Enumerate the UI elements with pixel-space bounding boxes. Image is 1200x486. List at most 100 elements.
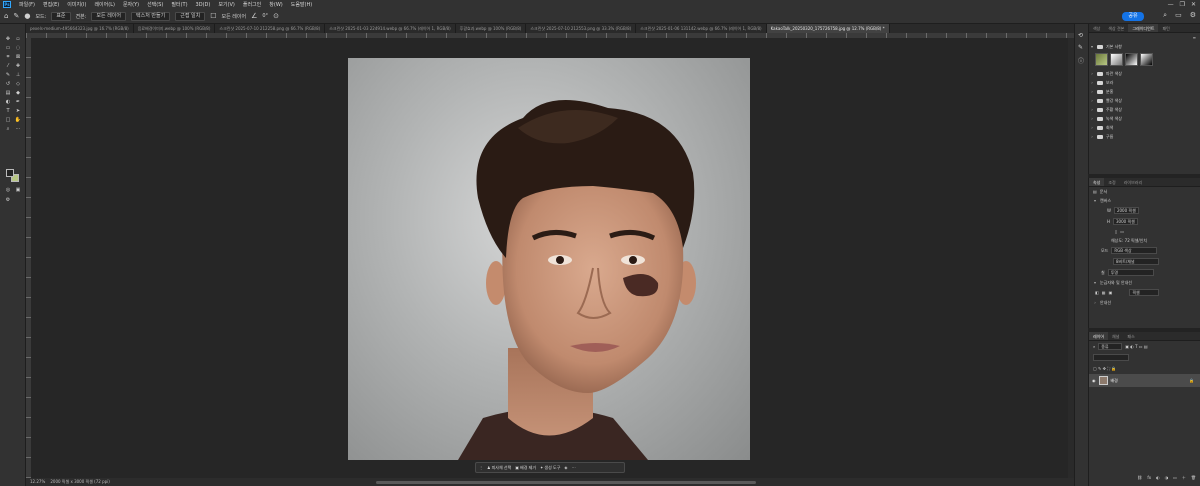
- menu-plugins[interactable]: 플러그인: [239, 1, 265, 8]
- guide-icon[interactable]: ▣: [1109, 290, 1113, 295]
- proximity-match-button[interactable]: 근접 일치: [175, 11, 206, 21]
- doc-tab[interactable]: 후광효과.webp @ 100% (RGB/8): [456, 24, 527, 33]
- guides-section[interactable]: ▾ 눈금자와 및 안내선: [1089, 278, 1200, 287]
- filter-icons[interactable]: ▣ ◐ T ▭ ▤: [1125, 344, 1147, 349]
- menu-type[interactable]: 문자(Y): [119, 1, 143, 8]
- tab-patterns[interactable]: 패턴: [1158, 24, 1173, 32]
- mode-dropdown[interactable]: RGB 색상: [1111, 247, 1158, 254]
- brush-tool-icon[interactable]: ✎: [4, 71, 12, 79]
- maximize-button[interactable]: ❐: [1180, 1, 1185, 8]
- unit-dropdown[interactable]: 픽셀: [1129, 289, 1160, 296]
- horizontal-scrollbar[interactable]: [376, 481, 756, 484]
- fill-dropdown[interactable]: 투명: [1107, 269, 1154, 276]
- adjustment-icon[interactable]: ◑: [1165, 475, 1169, 480]
- zoom-level[interactable]: 12.27%: [30, 479, 45, 484]
- frame-tool-icon[interactable]: ⊠: [14, 53, 22, 61]
- tab-color[interactable]: 색상: [1089, 24, 1104, 32]
- tab-libraries[interactable]: 라이브러리: [1120, 178, 1146, 186]
- eraser-tool-icon[interactable]: ◇: [14, 80, 22, 88]
- settings-icon[interactable]: ⚙: [1190, 11, 1196, 20]
- portrait-orientation-icon[interactable]: ▯: [1115, 229, 1117, 234]
- select-subject-button[interactable]: ♟ 피사체 선택: [487, 465, 511, 471]
- spot-healing-brush-icon[interactable]: ✎: [13, 12, 19, 20]
- panel-menu-icon[interactable]: ≡: [1193, 35, 1196, 40]
- gradient-group[interactable]: › 주황 색상: [1089, 105, 1200, 114]
- gradient-swatch[interactable]: [1095, 53, 1108, 66]
- menu-window[interactable]: 창(W): [265, 1, 286, 8]
- link-icon[interactable]: ⛓: [1137, 475, 1142, 480]
- layer-kind-filter[interactable]: 종류: [1098, 343, 1123, 350]
- checkbox-icon[interactable]: ☐: [210, 12, 216, 20]
- doc-tab[interactable]: 스크린샷 2025-07-10 212553.png @ 33.3% (RGB/…: [526, 24, 637, 33]
- rectangle-tool-icon[interactable]: □: [4, 116, 12, 124]
- type-tool-icon[interactable]: T: [4, 107, 12, 115]
- history-brush-icon[interactable]: ↺: [4, 80, 12, 88]
- menu-layer[interactable]: 레이어(L): [90, 1, 119, 8]
- menu-image[interactable]: 이미지(I): [63, 1, 90, 8]
- document-image[interactable]: [348, 58, 750, 460]
- lasso-tool-icon[interactable]: ◌: [14, 44, 22, 52]
- menu-select[interactable]: 선택(S): [143, 1, 167, 8]
- quick-mask-icon[interactable]: ◎: [4, 186, 12, 194]
- height-field[interactable]: 3000 픽셀: [1113, 218, 1138, 225]
- menu-3d[interactable]: 3D(D): [192, 2, 215, 8]
- gradient-group[interactable]: › 빨강 색상: [1089, 96, 1200, 105]
- landscape-orientation-icon[interactable]: ▭: [1120, 229, 1124, 234]
- more-options-icon[interactable]: ⋯: [571, 465, 575, 470]
- artboard-tool-icon[interactable]: ▫: [14, 35, 22, 43]
- doc-tab[interactable]: pexels-medium-495664323.jpg @ 16.7% (RGB…: [26, 24, 134, 33]
- tab-swatches[interactable]: 색상 견본: [1104, 24, 1128, 32]
- blend-mode-dropdown[interactable]: [1093, 354, 1129, 361]
- doc-tab-active[interactable]: KakaoTalk_20250320_175726758.jpg @ 12.7%…: [766, 24, 890, 33]
- move-tool-icon[interactable]: ✥: [4, 35, 12, 43]
- gradient-tool-icon[interactable]: ▤: [4, 89, 12, 97]
- workspace-icon[interactable]: ▭: [1175, 11, 1182, 20]
- layer-item-background[interactable]: ◉ 배경 🔒: [1089, 374, 1200, 387]
- minimize-button[interactable]: —: [1168, 1, 1174, 8]
- tab-channels[interactable]: 채널: [1108, 332, 1123, 340]
- pressure-icon[interactable]: ⊙: [273, 12, 279, 20]
- mask-icon[interactable]: ◐: [1156, 475, 1160, 480]
- menu-edit[interactable]: 편집(E): [39, 1, 63, 8]
- screen-mode-icon[interactable]: ▣: [14, 186, 22, 194]
- generative-button[interactable]: ✦ 생성 도구: [540, 465, 560, 471]
- dodge-tool-icon[interactable]: ◐: [4, 98, 12, 106]
- doc-tab[interactable]: 음료배경이미지.webp @ 100% (RGB/8): [134, 24, 216, 33]
- marquee-tool-icon[interactable]: ▭: [4, 44, 12, 52]
- transform-icon[interactable]: ◈: [564, 465, 567, 470]
- create-texture-button[interactable]: 텍스처 만들기: [131, 11, 171, 21]
- menu-file[interactable]: 파일(F): [15, 1, 39, 8]
- lock-icons[interactable]: ▢ ✎ ✥ ⛶ 🔒: [1093, 366, 1116, 371]
- healing-brush-tool-icon[interactable]: ✚: [14, 62, 22, 70]
- angle-value[interactable]: 0°: [262, 13, 268, 19]
- grid-icon[interactable]: ▦: [1102, 290, 1106, 295]
- tab-paths[interactable]: 패스: [1123, 332, 1138, 340]
- guides-subsection[interactable]: › 안내선: [1089, 298, 1200, 307]
- tab-gradients[interactable]: 그레이디언트: [1128, 24, 1159, 32]
- doc-tab[interactable]: 스크린샷 2025-01-03 224914.webp @ 66.7% (레이어…: [325, 24, 456, 33]
- gradient-group[interactable]: › 보라: [1089, 78, 1200, 87]
- search-icon[interactable]: ⌕: [1163, 11, 1167, 20]
- crop-tool-icon[interactable]: ⌗: [4, 53, 12, 61]
- new-group-icon[interactable]: ▭: [1173, 475, 1177, 480]
- lock-icon[interactable]: 🔒: [1189, 378, 1200, 383]
- clone-stamp-tool-icon[interactable]: ⊥: [14, 71, 22, 79]
- doc-tab[interactable]: 스크린샷 2025-07-10 212258.png @ 66.7% (RGB/…: [215, 24, 326, 33]
- hand-tool-icon[interactable]: ✋: [14, 116, 22, 124]
- path-selection-tool-icon[interactable]: ➤: [14, 107, 22, 115]
- menu-view[interactable]: 보기(V): [214, 1, 239, 8]
- home-icon[interactable]: ⌂: [4, 12, 8, 20]
- mode-dropdown[interactable]: 표준: [51, 11, 71, 21]
- eye-icon[interactable]: ◉: [1092, 378, 1096, 383]
- history-icon[interactable]: ⟲: [1078, 32, 1083, 39]
- brush-settings-icon[interactable]: ✎: [1078, 44, 1083, 51]
- gradient-group[interactable]: › 회색: [1089, 123, 1200, 132]
- tab-adjustments[interactable]: 조정: [1104, 178, 1119, 186]
- gradient-group[interactable]: › 구름: [1089, 132, 1200, 141]
- gradient-group-basics[interactable]: ▾ 기본 사항: [1089, 42, 1200, 51]
- drag-handle-icon[interactable]: ⋮: [479, 465, 483, 470]
- fx-icon[interactable]: fx: [1147, 475, 1151, 480]
- tab-layers[interactable]: 레이어: [1089, 332, 1109, 340]
- zoom-tool-icon[interactable]: ⌕: [4, 125, 12, 133]
- blur-tool-icon[interactable]: ◆: [14, 89, 22, 97]
